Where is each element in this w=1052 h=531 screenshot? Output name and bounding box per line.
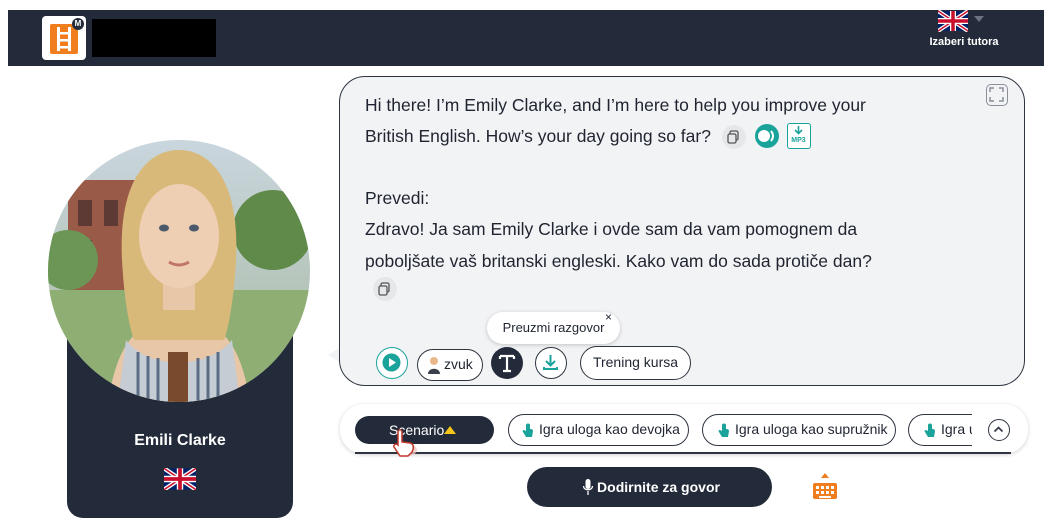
roleplay-girlfriend-button[interactable]: Igra uloga kao devojka	[508, 414, 689, 446]
chevron-down-icon[interactable]	[974, 16, 984, 22]
translate-heading: Prevedi:	[365, 188, 430, 208]
close-icon[interactable]: ×	[605, 310, 612, 324]
uk-flag-icon	[164, 468, 196, 490]
select-tutor-label[interactable]: Izaberi tutora	[916, 36, 1012, 48]
tutor-avatar	[48, 140, 310, 402]
uk-flag-icon[interactable]	[938, 10, 968, 32]
collapse-button[interactable]	[988, 419, 1010, 441]
top-bar: M	[8, 10, 1044, 66]
role-label: Igra uloga kao devojka	[539, 421, 680, 437]
microphone-icon	[583, 479, 593, 495]
keyboard-icon[interactable]	[812, 472, 838, 502]
copy-icon[interactable]	[373, 277, 397, 301]
download-icon	[543, 355, 558, 370]
app-logo[interactable]: M	[42, 16, 86, 60]
play-button[interactable]	[376, 347, 408, 379]
logo-badge-icon: M	[72, 18, 84, 30]
text-icon	[498, 354, 516, 373]
play-icon	[382, 353, 401, 372]
chevron-up-icon	[993, 426, 1004, 433]
roleplay-spouse-button[interactable]: Igra uloga kao supružnik	[702, 414, 896, 446]
mp3-label: MP3	[791, 137, 806, 144]
hand-pointer-icon	[522, 423, 533, 437]
mp3-download-icon[interactable]: MP3	[787, 123, 811, 149]
translation-line-2: poboljšate vaš britanski engleski. Kako …	[365, 251, 872, 271]
copy-icon[interactable]	[722, 125, 746, 149]
speak-label: Dodirnite za govor	[597, 479, 720, 495]
role-label: Igra u	[941, 421, 972, 437]
pointer-hand-icon	[393, 429, 417, 457]
hand-pointer-icon	[924, 423, 935, 437]
message-line-1: Hi there! I’m Emily Clarke, and I’m here…	[365, 95, 866, 115]
bubble-tail	[328, 348, 339, 362]
download-tooltip: Preuzmi razgovor ×	[487, 310, 620, 344]
caret-up-icon	[444, 426, 456, 434]
tutor-name: Emili Clarke	[134, 432, 226, 449]
download-conversation-button[interactable]	[535, 347, 567, 379]
roleplay-next-button[interactable]: Igra u	[908, 414, 972, 446]
tap-to-speak-button[interactable]: Dodirnite za govor	[527, 467, 772, 507]
course-training-button[interactable]: Trening kursa	[580, 346, 691, 380]
scenario-button[interactable]: Scenario	[355, 416, 494, 444]
role-label: Igra uloga kao supružnik	[735, 421, 888, 437]
translation-line-1: Zdravo! Ja sam Emily Clarke i ovde sam d…	[365, 219, 858, 239]
sound-label: zvuk	[444, 356, 473, 372]
scenario-scroll-track[interactable]	[355, 452, 1011, 454]
user-voice-icon	[428, 357, 440, 374]
brand-redacted	[92, 19, 216, 57]
tooltip-text: Preuzmi razgovor	[502, 320, 605, 335]
text-mode-button[interactable]	[491, 347, 523, 379]
hand-pointer-icon	[718, 423, 729, 437]
message-line-2: British English. How’s your day going so…	[365, 126, 711, 146]
sound-button[interactable]: zvuk	[417, 349, 483, 381]
speaker-icon[interactable]	[754, 123, 780, 149]
fullscreen-icon[interactable]	[986, 84, 1008, 106]
